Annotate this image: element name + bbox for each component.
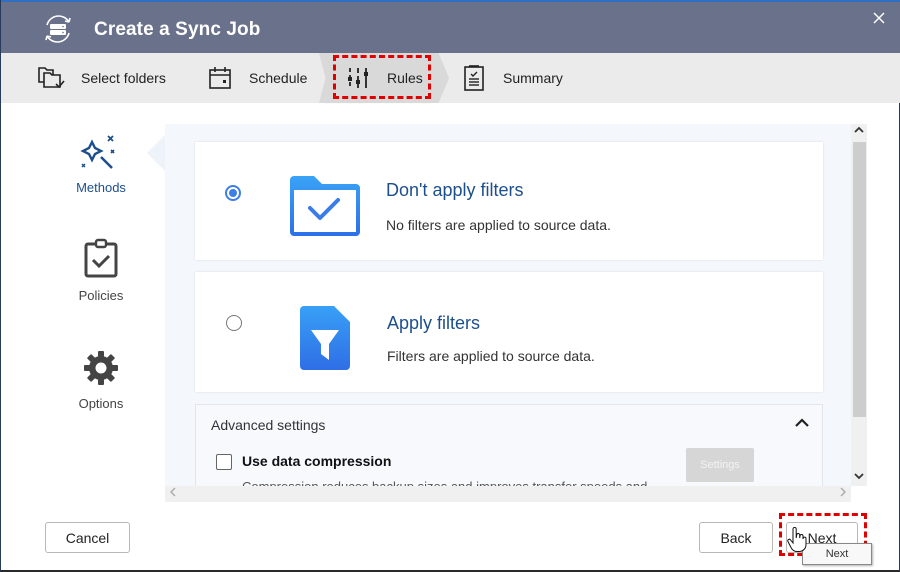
wizard-steps: Select folders Schedule Rules Summary — [1, 53, 900, 103]
option-card-no-filters[interactable]: Don't apply filters No filters are appli… — [195, 142, 823, 260]
step-label: Select folders — [81, 70, 166, 86]
active-section-pointer — [147, 135, 165, 171]
option-description: No filters are applied to source data. — [386, 217, 611, 233]
step-label: Summary — [503, 70, 563, 86]
magic-wand-icon — [79, 130, 123, 174]
close-icon — [873, 12, 885, 24]
file-filter-icon — [300, 306, 350, 370]
scrollbar-thumb[interactable] — [853, 142, 866, 417]
radio-apply-filters[interactable] — [226, 315, 242, 331]
compression-settings-button[interactable]: Settings — [686, 448, 754, 482]
step-select-folders[interactable]: Select folders — [37, 53, 166, 103]
close-button[interactable] — [869, 8, 889, 28]
sidebar-label: Options — [78, 396, 124, 411]
vertical-scrollbar[interactable] — [851, 124, 867, 486]
option-title: Apply filters — [387, 313, 481, 333]
back-button[interactable]: Back — [699, 522, 773, 553]
chevron-up-icon — [854, 126, 864, 133]
chevron-left-icon — [170, 487, 176, 497]
clipboard-list-icon — [459, 63, 489, 93]
gear-icon — [79, 346, 123, 390]
scroll-down-button[interactable] — [851, 470, 867, 486]
chevron-up-icon[interactable] — [792, 413, 812, 433]
sidebar-item-methods[interactable]: Methods — [41, 130, 161, 195]
option-title: Don't apply filters — [386, 180, 524, 200]
step-rules[interactable]: Rules — [319, 53, 449, 103]
scroll-left-button[interactable] — [165, 486, 181, 502]
folder-check-icon — [290, 176, 360, 236]
option-card-apply-filters[interactable]: Apply filters Filters are applied to sou… — [195, 272, 823, 392]
next-tooltip: Next — [802, 543, 872, 565]
title-bar: Create a Sync Job — [1, 2, 900, 53]
horizontal-scrollbar[interactable] — [165, 486, 851, 502]
sidebar-label: Methods — [76, 180, 126, 195]
sidebar-label: Policies — [78, 288, 124, 303]
sync-job-dialog: Create a Sync Job Select folders Schedul… — [0, 0, 900, 572]
radio-no-filters[interactable] — [225, 185, 241, 201]
clipboard-check-icon — [79, 238, 123, 282]
advanced-settings-title: Advanced settings — [211, 417, 326, 433]
step-label: Rules — [387, 70, 423, 86]
sliders-icon — [343, 63, 373, 93]
chevron-right-icon — [840, 487, 846, 497]
sidebar-item-options[interactable]: Options — [41, 346, 161, 411]
methods-panel: Don't apply filters No filters are appli… — [165, 124, 851, 486]
cancel-button[interactable]: Cancel — [45, 522, 130, 553]
compression-label: Use data compression — [242, 453, 392, 469]
sync-server-icon — [45, 15, 71, 43]
rules-sidebar: Methods Policies Options — [41, 125, 161, 505]
option-description: Filters are applied to source data. — [387, 348, 595, 364]
chevron-down-icon — [854, 473, 864, 480]
sidebar-item-policies[interactable]: Policies — [41, 238, 161, 303]
step-summary[interactable]: Summary — [459, 53, 563, 103]
folders-check-icon — [37, 63, 67, 93]
scroll-up-button[interactable] — [851, 124, 867, 140]
compression-checkbox[interactable] — [216, 454, 232, 470]
calendar-icon — [205, 63, 235, 93]
step-label: Schedule — [249, 70, 308, 86]
compression-description: Compression reduces backup sizes and imp… — [242, 479, 647, 486]
scroll-right-button[interactable] — [835, 486, 851, 502]
advanced-settings-section: Advanced settings Use data compression S… — [195, 404, 823, 486]
dialog-title: Create a Sync Job — [94, 19, 261, 40]
step-schedule[interactable]: Schedule — [205, 53, 307, 103]
